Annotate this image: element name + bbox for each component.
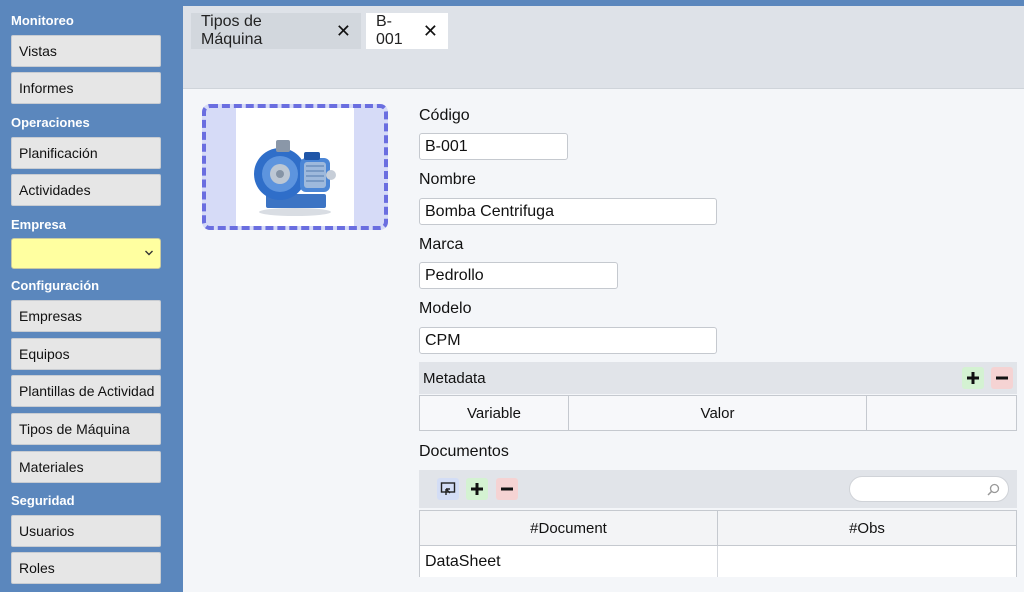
remove-metadata-button[interactable] [991, 367, 1013, 389]
close-icon[interactable]: ✕ [423, 21, 438, 42]
codigo-input[interactable]: B-001 [419, 133, 568, 160]
sidebar-item-materiales[interactable]: Materiales [11, 451, 161, 483]
sidebar-item-vistas[interactable]: Vistas [11, 35, 161, 67]
plus-icon [471, 483, 483, 495]
tab-label: B-001 [376, 13, 403, 48]
tab-tipos-de-maquina[interactable]: Tipos de Máquina ✕ [191, 13, 361, 49]
nombre-label: Nombre [419, 171, 476, 188]
metadata-table: Variable Valor [419, 395, 1017, 431]
documentos-table: #Document #Obs DataSheet [419, 510, 1017, 577]
modelo-input[interactable]: CPM [419, 327, 717, 354]
table-cell-obs[interactable] [718, 546, 1016, 577]
sidebar-item-usuarios[interactable]: Usuarios [11, 515, 161, 547]
machine-image-dropzone[interactable] [202, 104, 388, 230]
tab-bar: Tipos de Máquina ✕ B-001 ✕ [183, 6, 1024, 89]
minus-icon [996, 376, 1008, 380]
column-header-variable[interactable]: Variable [420, 396, 569, 430]
section-title-empresa: Empresa [11, 217, 66, 232]
sidebar-item-tipos-de-maquina[interactable]: Tipos de Máquina [11, 413, 161, 445]
column-header-empty [867, 396, 1017, 430]
open-document-button[interactable] [437, 478, 459, 500]
marca-input[interactable]: Pedrollo [419, 262, 618, 289]
chevron-down-icon [145, 250, 153, 256]
documentos-title: Documentos [419, 443, 509, 460]
open-document-icon [440, 482, 456, 495]
column-header-document[interactable]: #Document [420, 511, 718, 546]
modelo-label: Modelo [419, 300, 472, 317]
tab-label: Tipos de Máquina [201, 13, 263, 48]
table-cell-document[interactable]: DataSheet [420, 546, 718, 577]
metadata-header: Metadata [419, 362, 1017, 394]
section-title-monitoreo: Monitoreo [11, 13, 74, 28]
section-title-seguridad: Seguridad [11, 493, 75, 508]
sidebar-item-informes[interactable]: Informes [11, 72, 161, 104]
sidebar-item-plantillas-de-actividad[interactable]: Plantillas de Actividad [11, 375, 161, 407]
sidebar: Monitoreo Vistas Informes Operaciones Pl… [0, 0, 183, 592]
metadata-title: Metadata [423, 370, 486, 387]
search-icon [987, 483, 1000, 496]
add-document-button[interactable] [466, 478, 488, 500]
column-header-obs[interactable]: #Obs [718, 511, 1016, 546]
empresa-select[interactable] [11, 238, 161, 269]
tab-b-001[interactable]: B-001 ✕ [366, 13, 448, 49]
add-metadata-button[interactable] [962, 367, 984, 389]
main-panel: Tipos de Máquina ✕ B-001 ✕ Código B-001 … [183, 0, 1024, 592]
sidebar-item-roles[interactable]: Roles [11, 552, 161, 584]
sidebar-item-equipos[interactable]: Equipos [11, 338, 161, 370]
sidebar-item-actividades[interactable]: Actividades [11, 174, 161, 206]
centrifugal-pump-image [236, 108, 354, 226]
sidebar-item-planificacion[interactable]: Planificación [11, 137, 161, 169]
document-search-input[interactable] [849, 476, 1009, 502]
sidebar-item-empresas[interactable]: Empresas [11, 300, 161, 332]
nombre-input[interactable]: Bomba Centrifuga [419, 198, 717, 225]
minus-icon [501, 487, 513, 491]
plus-icon [967, 372, 979, 384]
codigo-label: Código [419, 107, 470, 124]
section-title-configuracion: Configuración [11, 278, 100, 293]
documentos-toolbar [419, 470, 1017, 508]
marca-label: Marca [419, 236, 464, 253]
section-title-operaciones: Operaciones [11, 115, 90, 130]
remove-document-button[interactable] [496, 478, 518, 500]
column-header-valor[interactable]: Valor [569, 396, 867, 430]
close-icon[interactable]: ✕ [336, 21, 351, 42]
